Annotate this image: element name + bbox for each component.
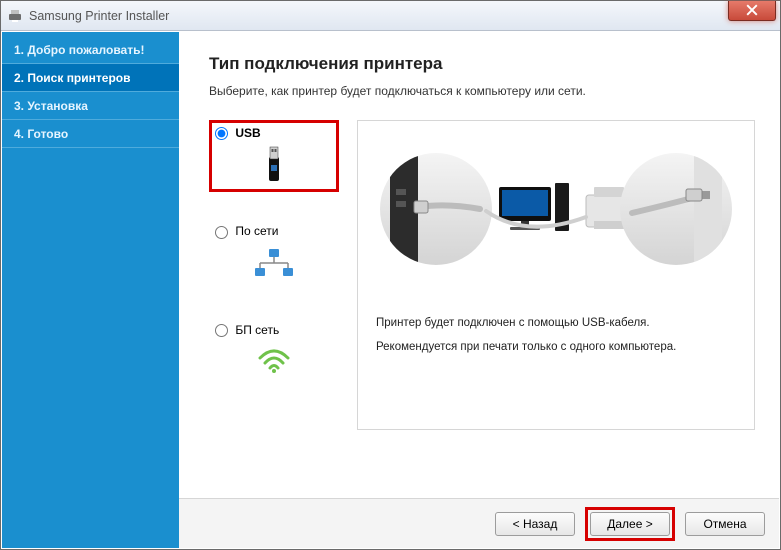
step-search-printers: 2. Поиск принтеров bbox=[2, 64, 179, 92]
main-panel: Тип подключения принтера Выберите, как п… bbox=[179, 32, 779, 548]
wizard-sidebar: 1. Добро пожаловать! 2. Поиск принтеров … bbox=[2, 32, 179, 548]
connection-options: USB По сети bbox=[209, 120, 339, 430]
window-title: Samsung Printer Installer bbox=[29, 9, 169, 23]
usb-connection-illustration bbox=[376, 143, 736, 293]
next-button-highlight: Далее > bbox=[585, 507, 675, 541]
step-welcome: 1. Добро пожаловать! bbox=[2, 36, 179, 64]
option-wireless-label: БП сеть bbox=[235, 323, 279, 337]
radio-usb[interactable] bbox=[215, 127, 228, 140]
preview-text-2: Рекомендуется при печати только с одного… bbox=[376, 341, 736, 353]
option-usb-label: USB bbox=[235, 126, 260, 140]
cancel-button[interactable]: Отмена bbox=[685, 512, 765, 536]
connection-preview: Принтер будет подключен с помощью USB-ка… bbox=[357, 120, 755, 430]
step-install: 3. Установка bbox=[2, 92, 179, 120]
next-button[interactable]: Далее > bbox=[590, 512, 670, 536]
option-usb[interactable]: USB bbox=[209, 120, 339, 192]
radio-wireless[interactable] bbox=[215, 324, 228, 337]
window-close-button[interactable] bbox=[728, 1, 776, 21]
wizard-footer: < Назад Далее > Отмена bbox=[179, 498, 779, 548]
option-network-label: По сети bbox=[235, 224, 278, 238]
titlebar: Samsung Printer Installer bbox=[1, 1, 780, 31]
preview-text-1: Принтер будет подключен с помощью USB-ка… bbox=[376, 317, 736, 329]
option-network[interactable]: По сети bbox=[209, 218, 339, 290]
page-heading: Тип подключения принтера bbox=[209, 54, 755, 74]
usb-plug-icon bbox=[215, 146, 333, 182]
app-icon bbox=[7, 8, 23, 24]
installer-window: Samsung Printer Installer 1. Добро пожал… bbox=[0, 0, 781, 550]
back-button[interactable]: < Назад bbox=[495, 512, 575, 536]
radio-network[interactable] bbox=[215, 226, 228, 239]
step-done: 4. Готово bbox=[2, 120, 179, 148]
option-wireless[interactable]: БП сеть bbox=[209, 317, 339, 389]
wifi-icon bbox=[215, 343, 333, 379]
page-subtitle: Выберите, как принтер будет подключаться… bbox=[209, 84, 755, 98]
network-icon bbox=[215, 245, 333, 281]
